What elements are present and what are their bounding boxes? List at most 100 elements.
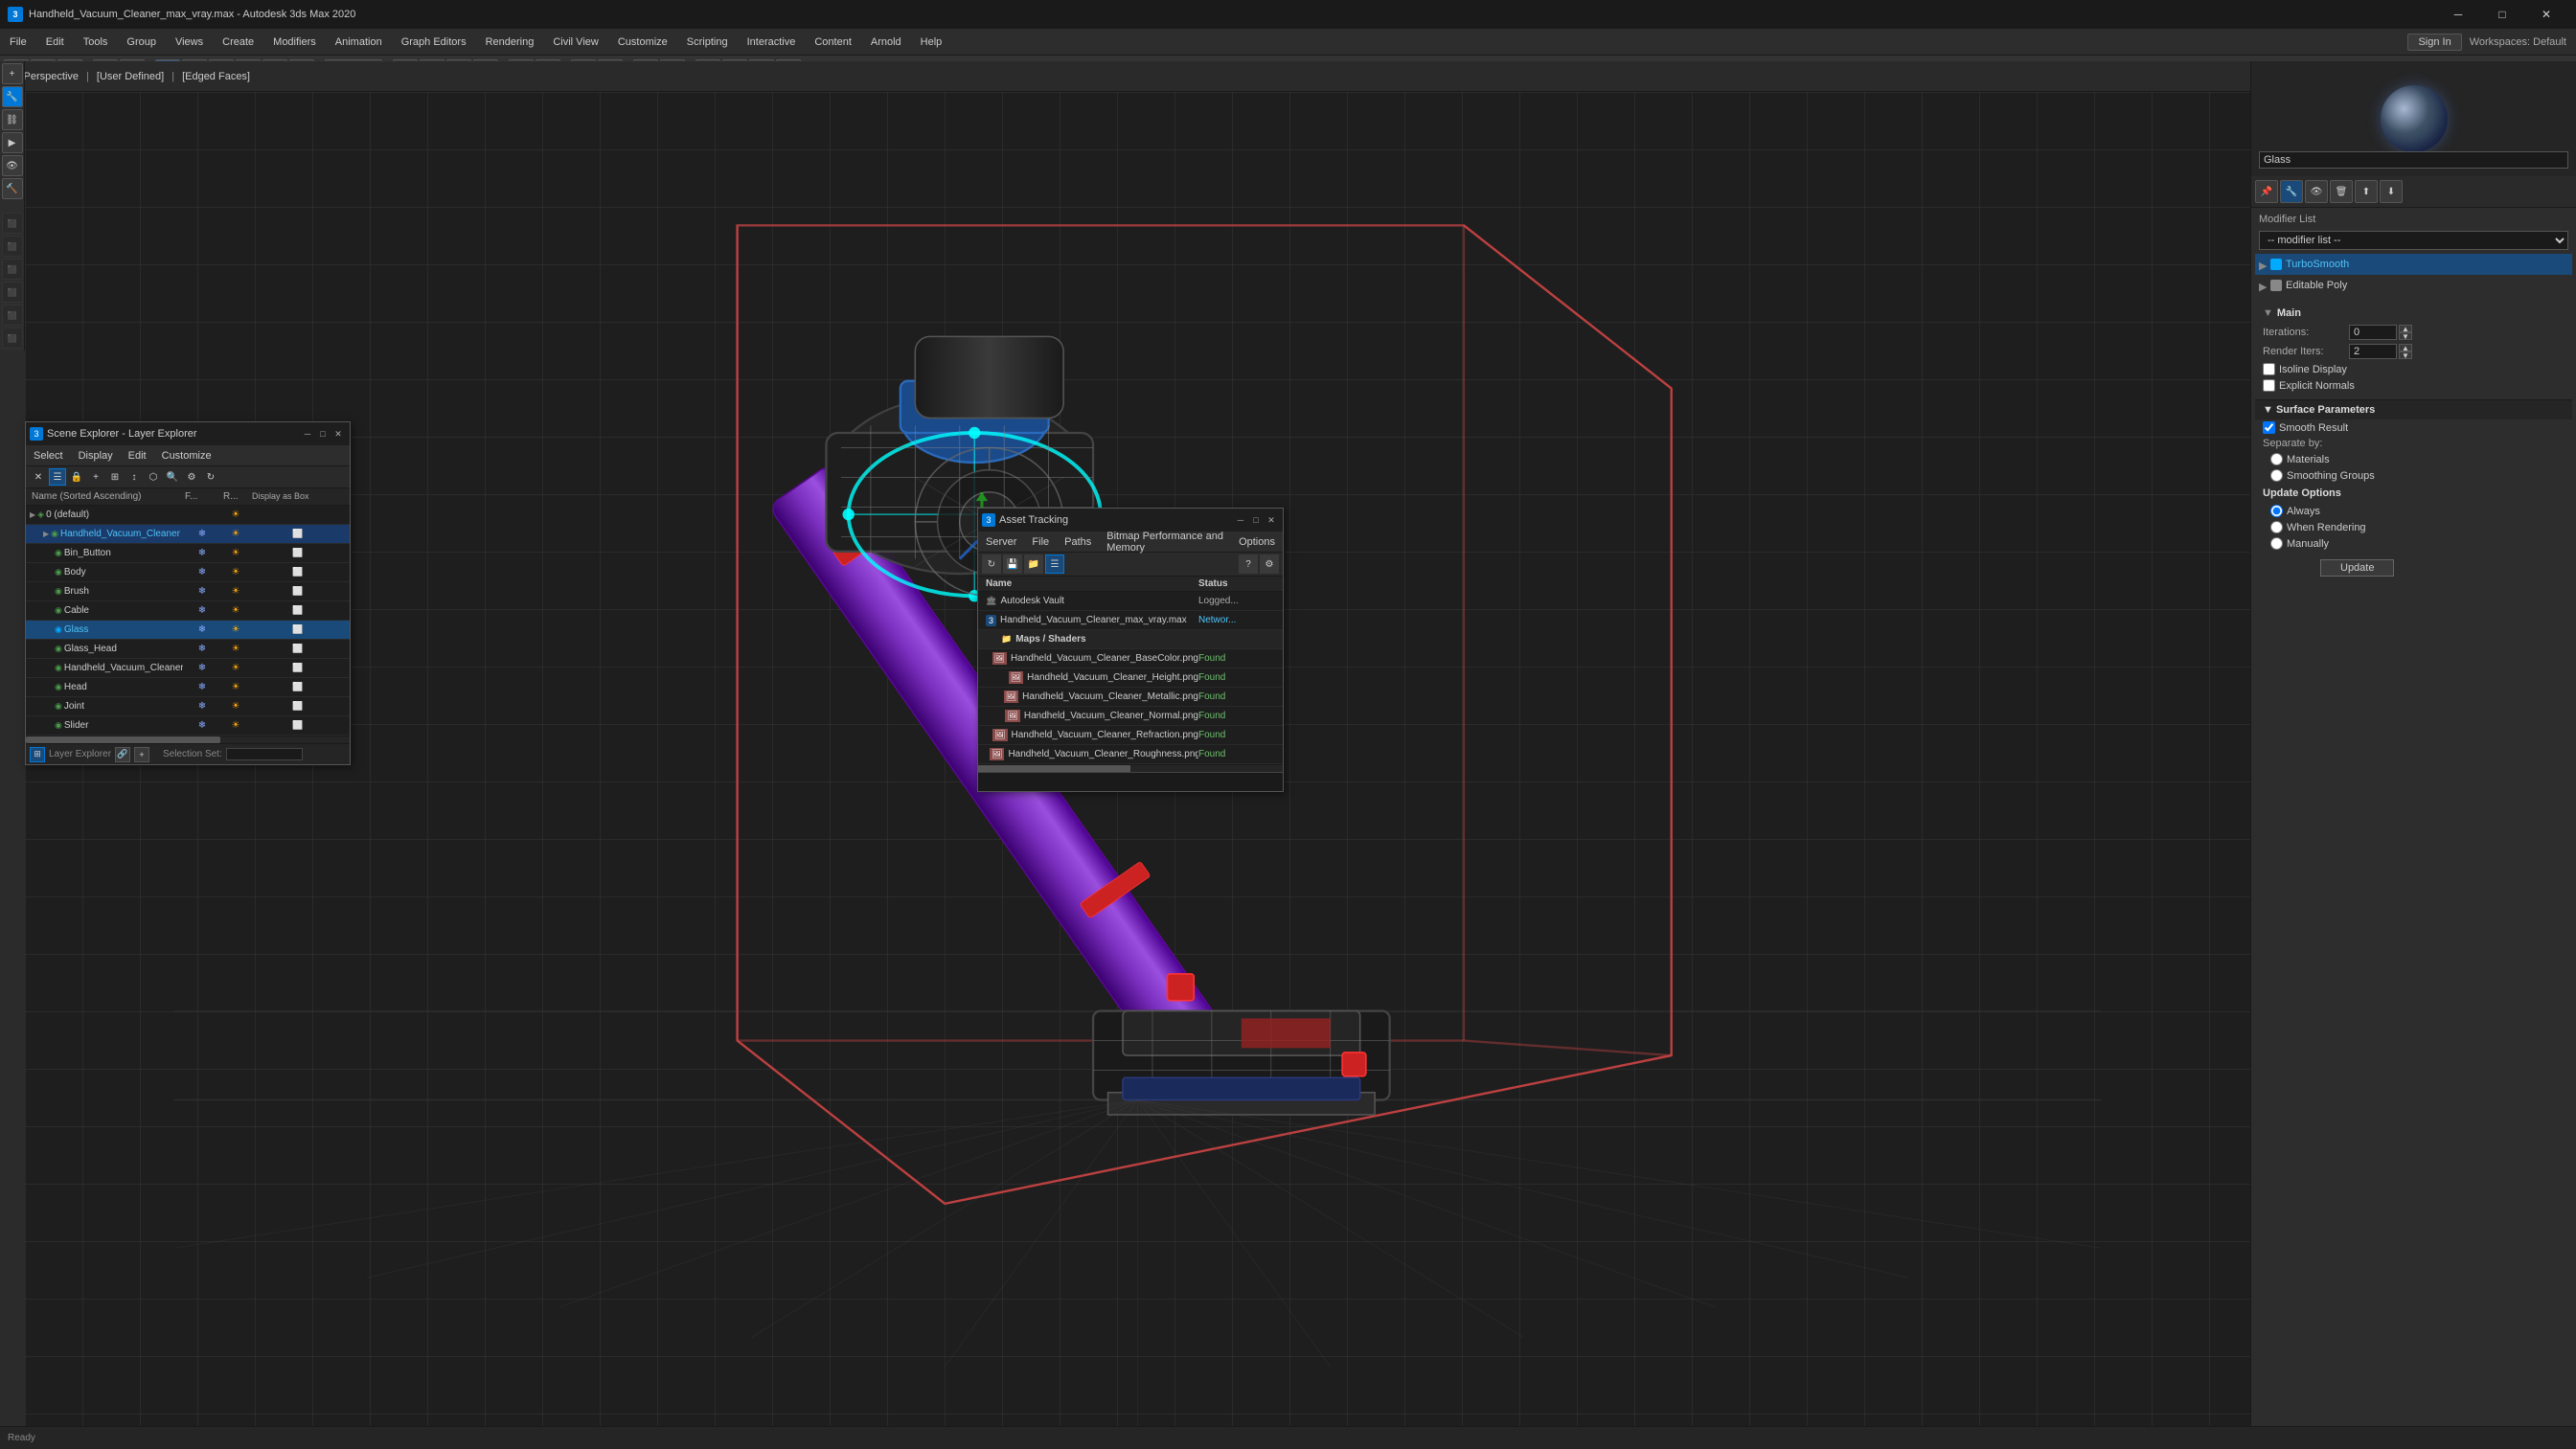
table-row[interactable]: ◉ Glass_Head ❄ ☀ ⬜: [26, 640, 350, 659]
se-tb-settings[interactable]: ⚙: [183, 468, 200, 486]
at-menu-paths[interactable]: Paths: [1057, 532, 1099, 552]
se-menu-display[interactable]: Display: [71, 445, 121, 465]
table-row[interactable]: ◉ Brush ❄ ☀ ⬜: [26, 582, 350, 601]
se-col-render[interactable]: R...: [221, 490, 250, 503]
menu-interactive[interactable]: Interactive: [738, 29, 806, 55]
object-name-field[interactable]: [2259, 151, 2568, 169]
se-body[interactable]: ▶ ◈ 0 (default) ☀ ▶ ◉ Handheld_Vacuum_Cl…: [26, 506, 350, 736]
modifier-item-editable-poly[interactable]: ▶ Editable Poly: [2255, 275, 2572, 296]
se-col-display[interactable]: Display as Box: [250, 490, 346, 503]
se-menu-customize[interactable]: Customize: [154, 445, 219, 465]
menu-help[interactable]: Help: [911, 29, 952, 55]
table-row[interactable]: ◉ Glass ❄ ☀ ⬜: [26, 621, 350, 640]
at-tb-settings[interactable]: ⚙: [1260, 555, 1279, 574]
se-col-freeze[interactable]: F...: [183, 490, 221, 503]
lt-extra4[interactable]: ⬛: [2, 282, 23, 303]
smooth-result-checkbox[interactable]: [2263, 421, 2275, 434]
se-scrollbar[interactable]: [26, 736, 350, 743]
table-row[interactable]: ▶ ◈ 0 (default) ☀: [26, 506, 350, 525]
table-row[interactable]: ◉ Body ❄ ☀ ⬜: [26, 563, 350, 582]
mod-configure[interactable]: 🔧: [2280, 180, 2303, 203]
se-menu-select[interactable]: Select: [26, 445, 71, 465]
se-close[interactable]: ✕: [331, 426, 346, 441]
se-tb-add[interactable]: +: [87, 468, 104, 486]
menu-tools[interactable]: Tools: [74, 29, 118, 55]
se-tb-lock[interactable]: 🔒: [68, 468, 85, 486]
se-scrollbar-thumb[interactable]: [26, 736, 220, 743]
se-tb-group[interactable]: ⬡: [145, 468, 162, 486]
se-tb-close-x[interactable]: ✕: [30, 468, 47, 486]
isoline-checkbox[interactable]: [2263, 363, 2275, 375]
at-maximize[interactable]: □: [1248, 512, 1264, 528]
render-iters-down[interactable]: ▼: [2399, 351, 2412, 359]
menu-file[interactable]: File: [0, 29, 36, 55]
lt-extra5[interactable]: ⬛: [2, 305, 23, 326]
at-menu-bitmap[interactable]: Bitmap Performance and Memory: [1099, 532, 1231, 552]
at-tb-refresh[interactable]: ↻: [982, 555, 1001, 574]
menu-content[interactable]: Content: [805, 29, 861, 55]
menu-civil-view[interactable]: Civil View: [543, 29, 607, 55]
lt-extra1[interactable]: ⬛: [2, 213, 23, 234]
menu-arnold[interactable]: Arnold: [861, 29, 911, 55]
table-row[interactable]: ◉ Joint ❄ ☀ ⬜: [26, 697, 350, 716]
vp-edged-faces[interactable]: [Edged Faces]: [178, 69, 254, 84]
at-body[interactable]: 🏛 Autodesk Vault Logged... 3 Handheld_Va…: [978, 592, 1283, 764]
smoothing-groups-radio[interactable]: [2270, 469, 2283, 482]
se-tb-refresh[interactable]: ↻: [202, 468, 219, 486]
at-minimize[interactable]: ─: [1233, 512, 1248, 528]
materials-radio[interactable]: [2270, 453, 2283, 465]
mod-move-down[interactable]: ⬇: [2380, 180, 2403, 203]
table-row[interactable]: ◉ Cable ❄ ☀ ⬜: [26, 601, 350, 621]
menu-scripting[interactable]: Scripting: [677, 29, 738, 55]
minimize-button[interactable]: ─: [2436, 0, 2480, 29]
menu-group[interactable]: Group: [117, 29, 166, 55]
mod-move-up[interactable]: ⬆: [2355, 180, 2378, 203]
table-row[interactable]: ◉ Slider ❄ ☀ ⬜: [26, 716, 350, 736]
menu-rendering[interactable]: Rendering: [476, 29, 544, 55]
se-menu-edit[interactable]: Edit: [121, 445, 154, 465]
list-item[interactable]: 🖼 Handheld_Vacuum_Cleaner_BaseColor.png …: [978, 649, 1283, 668]
close-button[interactable]: ✕: [2524, 0, 2568, 29]
at-path-input[interactable]: [978, 773, 1283, 787]
at-scrollbar[interactable]: [978, 764, 1283, 772]
menu-modifiers[interactable]: Modifiers: [263, 29, 326, 55]
menu-views[interactable]: Views: [166, 29, 213, 55]
at-tb-help[interactable]: ?: [1239, 555, 1258, 574]
table-row[interactable]: ◉ Bin_Button ❄ ☀ ⬜: [26, 544, 350, 563]
at-title-bar[interactable]: 3 Asset Tracking ─ □ ✕: [978, 509, 1283, 532]
list-item[interactable]: 🖼 Handheld_Vacuum_Cleaner_Height.png Fou…: [978, 668, 1283, 688]
mod-pin[interactable]: 📌: [2255, 180, 2278, 203]
lt-extra2[interactable]: ⬛: [2, 236, 23, 257]
menu-edit[interactable]: Edit: [36, 29, 74, 55]
lt-motion[interactable]: ▶: [2, 132, 23, 153]
menu-create[interactable]: Create: [213, 29, 263, 55]
se-tb-merge[interactable]: ⊞: [106, 468, 124, 486]
iterations-down[interactable]: ▼: [2399, 332, 2412, 340]
list-item[interactable]: 🏛 Autodesk Vault Logged...: [978, 592, 1283, 611]
at-menu-file[interactable]: File: [1024, 532, 1057, 552]
se-minimize[interactable]: ─: [300, 426, 315, 441]
list-item[interactable]: 🖼 Handheld_Vacuum_Cleaner_Refraction.png…: [978, 726, 1283, 745]
se-tb-sync[interactable]: ↕: [125, 468, 143, 486]
at-scrollbar-thumb[interactable]: [978, 765, 1130, 772]
menu-customize[interactable]: Customize: [608, 29, 677, 55]
se-title-bar[interactable]: 3 Scene Explorer - Layer Explorer ─ □ ✕: [26, 422, 350, 445]
list-item[interactable]: 🖼 Handheld_Vacuum_Cleaner_Normal.png Fou…: [978, 707, 1283, 726]
list-item[interactable]: 3 Handheld_Vacuum_Cleaner_max_vray.max N…: [978, 611, 1283, 630]
at-close[interactable]: ✕: [1264, 512, 1279, 528]
sign-in-button[interactable]: Sign In: [2407, 34, 2461, 51]
manually-radio[interactable]: [2270, 537, 2283, 550]
se-tb-layer-mode[interactable]: ☰: [49, 468, 66, 486]
update-button[interactable]: Update: [2320, 559, 2394, 577]
at-menu-options[interactable]: Options: [1231, 532, 1283, 552]
se-selection-set-input[interactable]: [226, 748, 303, 760]
table-row[interactable]: ◉ Handheld_Vacuum_Cleaner ❄ ☀ ⬜: [26, 659, 350, 678]
when-rendering-radio[interactable]: [2270, 521, 2283, 533]
lt-extra3[interactable]: ⬛: [2, 259, 23, 280]
mod-show-all[interactable]: 👁: [2305, 180, 2328, 203]
menu-graph-editors[interactable]: Graph Editors: [392, 29, 476, 55]
modifier-item-turbosmooth[interactable]: ▶ TurboSmooth: [2255, 254, 2572, 275]
always-radio[interactable]: [2270, 505, 2283, 517]
list-item[interactable]: 📁 Maps / Shaders: [978, 630, 1283, 649]
lt-hierarchy[interactable]: ⛓: [2, 109, 23, 130]
